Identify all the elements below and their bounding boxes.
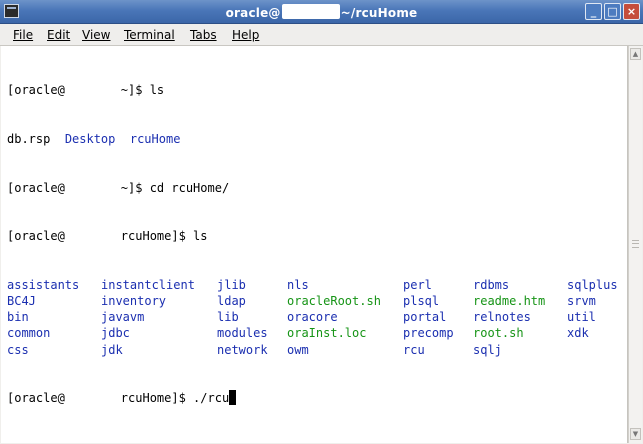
ls-row: assistants instantclient jlib nls perl rdbms s… bbox=[7, 277, 618, 293]
ls-entry: srvm bbox=[567, 293, 596, 308]
prompt-command: rcuHome]$ ls bbox=[120, 229, 208, 244]
ls-rcuhome-output: assistants instantclient jlib nls perl rdbms s… bbox=[7, 277, 618, 358]
menu-edit-label: Edit bbox=[47, 28, 71, 42]
ls-row: BC4J inventory ldap oracleRoot.sh plsql readm… bbox=[7, 293, 596, 309]
menu-file-label: File bbox=[13, 28, 34, 42]
menu-terminal-label: Terminal bbox=[124, 28, 175, 42]
ls-entry: jdk bbox=[101, 342, 123, 357]
menu-bar: File Edit View Terminal Tabs Help bbox=[0, 24, 643, 46]
prompt-user: [oracle@ bbox=[7, 180, 65, 195]
ls-entry: instantclient bbox=[101, 277, 195, 292]
ls-row: css jdk network owm rcu sqlj bbox=[7, 342, 502, 358]
dir-entry: rcuHome bbox=[129, 132, 181, 146]
ls-entry: assistants bbox=[7, 277, 80, 292]
ls-entry: javavm bbox=[101, 310, 145, 325]
text-cursor bbox=[229, 390, 237, 406]
ls-entry: lib bbox=[217, 310, 239, 325]
prompt-line-2: [oracle@ ~]$ cd rcuHome/ bbox=[7, 180, 236, 196]
title-bar[interactable]: oracle@ ~/rcuHome _ □ × bbox=[0, 0, 643, 24]
ls-entry: perl bbox=[403, 277, 432, 292]
prompt-command: ~]$ ls bbox=[120, 83, 165, 98]
prompt-line-3: [oracle@ rcuHome]$ ls bbox=[7, 228, 236, 244]
prompt-user: [oracle@ bbox=[7, 229, 65, 244]
ls-row: bin javavm lib oracore portal relnotes util bbox=[7, 309, 596, 325]
prompt-line-1: [oracle@ ~]$ ls bbox=[7, 82, 236, 98]
scroll-down-arrow-icon[interactable]: ▼ bbox=[630, 428, 641, 440]
title-suffix: ~/rcuHome bbox=[340, 6, 418, 20]
file-entry: db.rsp bbox=[7, 132, 51, 146]
ls-entry: root.sh bbox=[473, 326, 524, 341]
ls-entry: network bbox=[217, 342, 268, 357]
ls-home-output: db.rsp Desktop rcuHome bbox=[7, 131, 236, 147]
ls-entry: sqlplus bbox=[567, 277, 618, 292]
prompt-command: ~]$ cd rcuHome/ bbox=[120, 180, 230, 195]
terminal-window: oracle@ ~/rcuHome _ □ × File Edit View Te… bbox=[0, 0, 643, 444]
ls-entry: portal bbox=[403, 310, 447, 325]
ls-entry: BC4J bbox=[7, 293, 36, 308]
maximize-button[interactable]: □ bbox=[604, 3, 621, 20]
close-icon: × bbox=[626, 5, 637, 18]
ls-entry: xdk bbox=[567, 326, 589, 341]
ls-entry: modules bbox=[217, 326, 268, 341]
ls-entry: util bbox=[567, 310, 596, 325]
prompt-command: rcuHome]$ ./rcu bbox=[120, 391, 230, 406]
minimize-button[interactable]: _ bbox=[585, 3, 602, 20]
ls-entry: oracore bbox=[287, 310, 338, 325]
terminal-output[interactable]: [oracle@ ~]$ ls db.rsp Desktop rcuHome [o… bbox=[1, 46, 628, 443]
menu-help[interactable]: Help bbox=[232, 28, 259, 42]
dir-entry: Desktop bbox=[64, 132, 116, 146]
ls-entry: oraInst.loc bbox=[287, 326, 367, 341]
ls-entry: nls bbox=[287, 277, 309, 292]
ls-entry: jlib bbox=[217, 277, 246, 292]
menu-view[interactable]: View bbox=[82, 28, 110, 42]
ls-entry: owm bbox=[287, 342, 309, 357]
menu-file[interactable]: File bbox=[13, 28, 33, 42]
redacted-hostname bbox=[281, 4, 340, 19]
ls-entry: inventory bbox=[101, 293, 167, 308]
ls-entry: plsql bbox=[403, 293, 440, 308]
menu-terminal[interactable]: Terminal bbox=[124, 28, 175, 42]
ls-entry: sqlj bbox=[473, 342, 502, 357]
ls-entry: jdbc bbox=[101, 326, 130, 341]
minimize-icon: _ bbox=[590, 5, 597, 18]
close-button[interactable]: × bbox=[623, 3, 640, 20]
ls-entry: bin bbox=[7, 310, 29, 325]
ls-entry: readme.htm bbox=[473, 293, 546, 308]
prompt-user: [oracle@ bbox=[7, 391, 65, 406]
menu-help-label: Help bbox=[232, 28, 260, 42]
menu-edit[interactable]: Edit bbox=[47, 28, 70, 42]
ls-entry: rdbms bbox=[473, 277, 510, 292]
ls-entry: rcu bbox=[403, 342, 425, 357]
terminal-lines: [oracle@ ~]$ ls db.rsp Desktop rcuHome [o… bbox=[7, 50, 618, 439]
ls-row: common jdbc modules oraInst.loc precomp root.… bbox=[7, 325, 589, 341]
ls-entry: common bbox=[7, 326, 51, 341]
title-prefix: oracle@ bbox=[225, 6, 281, 20]
vertical-scrollbar[interactable]: ▲ ▼ bbox=[628, 46, 642, 443]
ls-entry: ldap bbox=[217, 293, 246, 308]
scroll-up-arrow-icon[interactable]: ▲ bbox=[630, 48, 641, 60]
menu-tabs-label: Tabs bbox=[190, 28, 217, 42]
window-title: oracle@ ~/rcuHome bbox=[0, 4, 643, 20]
menu-tabs[interactable]: Tabs bbox=[190, 28, 217, 42]
menu-view-label: View bbox=[82, 28, 111, 42]
ls-entry: css bbox=[7, 342, 29, 357]
prompt-user: [oracle@ bbox=[7, 83, 65, 98]
scroll-grip-icon[interactable] bbox=[632, 240, 639, 248]
ls-entry: oracleRoot.sh bbox=[287, 293, 381, 308]
prompt-line-4: [oracle@ rcuHome]$ ./rcu bbox=[7, 390, 237, 406]
maximize-icon: □ bbox=[607, 5, 618, 18]
ls-entry: precomp bbox=[403, 326, 454, 341]
ls-entry: relnotes bbox=[473, 310, 531, 325]
